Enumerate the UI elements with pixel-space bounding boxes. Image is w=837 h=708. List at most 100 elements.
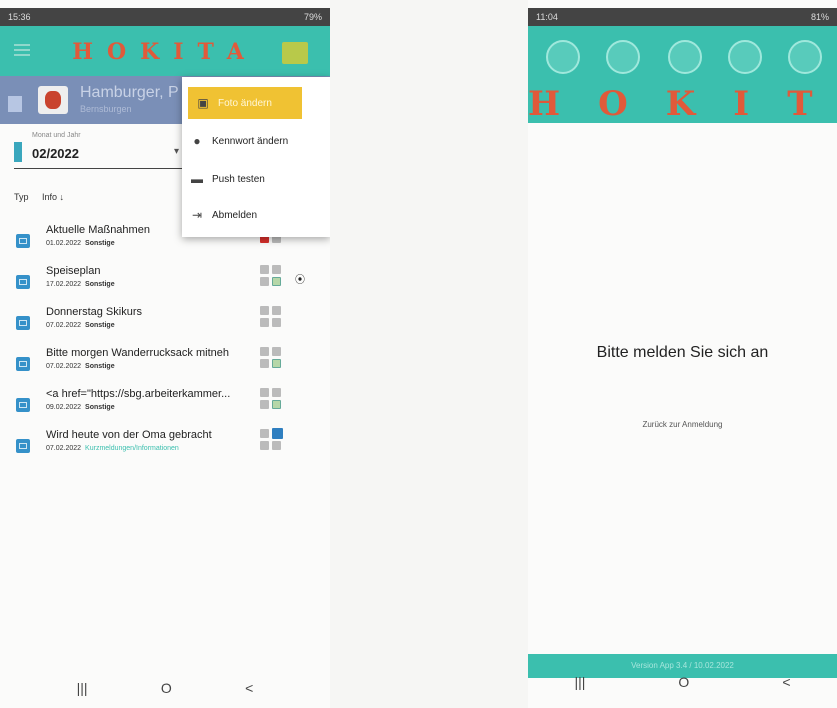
menu-item-abmelden[interactable]: ⇥ Abmelden bbox=[182, 199, 330, 231]
child-face-icon bbox=[546, 40, 580, 74]
message-date: 17.02.2022 bbox=[46, 281, 82, 288]
status-time: 11:04 bbox=[536, 12, 558, 22]
message-type-icon bbox=[16, 275, 30, 289]
status-square bbox=[272, 388, 281, 397]
read-check-icon bbox=[272, 277, 281, 286]
message-icon: ▬ bbox=[191, 172, 203, 186]
message-type-icon bbox=[16, 234, 30, 248]
read-check-icon bbox=[272, 359, 281, 368]
profile-flag-icon bbox=[8, 96, 22, 112]
message-title: Speiseplan bbox=[46, 265, 101, 277]
column-header-info[interactable]: Info ↓ bbox=[42, 192, 64, 202]
status-square bbox=[260, 429, 269, 438]
message-meta: 17.02.2022 Sonstige bbox=[46, 281, 115, 288]
message-date: 07.02.2022 bbox=[46, 445, 82, 452]
app-banner: HOKITA bbox=[0, 26, 330, 76]
message-list: Aktuelle Maßnahmen 01.02.2022 Sonstige Sp… bbox=[0, 222, 330, 468]
message-title: Bitte morgen Wanderrucksack mitneh bbox=[46, 347, 229, 359]
banner-logo-text: HOKITA bbox=[72, 39, 258, 65]
back-to-login-link[interactable]: Zurück zur Anmeldung bbox=[528, 420, 837, 429]
message-meta: 09.02.2022 Sonstige bbox=[46, 404, 115, 411]
menu-item-label: Foto ändern bbox=[218, 97, 272, 109]
list-item[interactable]: Wird heute von der Oma gebracht 07.02.20… bbox=[0, 427, 330, 468]
status-square bbox=[260, 388, 269, 397]
back-button[interactable]: < bbox=[782, 674, 790, 690]
home-button[interactable]: O bbox=[161, 680, 172, 696]
status-square bbox=[260, 318, 269, 327]
menu-item-foto-aendern[interactable]: ▣ Foto ändern bbox=[188, 87, 302, 119]
account-icon: ● bbox=[193, 134, 201, 148]
status-battery: 81% bbox=[810, 12, 829, 22]
status-square bbox=[260, 347, 269, 356]
list-item[interactable]: Bitte morgen Wanderrucksack mitneh 07.02… bbox=[0, 345, 330, 386]
message-category: Sonstige bbox=[85, 363, 115, 370]
list-item[interactable]: Donnerstag Skikurs 07.02.2022 Sonstige bbox=[0, 304, 330, 345]
child-avatar[interactable] bbox=[38, 86, 68, 114]
app-banner: HOKITA bbox=[528, 26, 837, 124]
banner-logo-text: HOKITA bbox=[528, 84, 837, 124]
status-bar: 11:04 81% bbox=[528, 8, 837, 26]
status-square bbox=[272, 318, 281, 327]
message-meta: 07.02.2022 Sonstige bbox=[46, 322, 115, 329]
message-date: 01.02.2022 bbox=[46, 240, 82, 247]
column-header-type[interactable]: Typ bbox=[14, 192, 29, 202]
message-title: Aktuelle Maßnahmen bbox=[46, 224, 150, 236]
menu-item-label: Abmelden bbox=[212, 209, 258, 221]
child-face-icon bbox=[668, 40, 702, 74]
right-phone-screen: 11:04 81% HOKITA Bitte melden Sie sich a… bbox=[528, 0, 837, 708]
child-face-icon bbox=[606, 40, 640, 74]
message-date: 09.02.2022 bbox=[46, 404, 82, 411]
left-phone-screen: 15:36 79% HOKITA Hamburger, P Bernsburge… bbox=[0, 0, 330, 708]
status-square bbox=[272, 306, 281, 315]
menu-item-label: Kennwort ändern bbox=[212, 135, 289, 147]
system-navbar: ||| O < bbox=[0, 668, 330, 708]
menu-item-push-testen[interactable]: ▬ Push testen bbox=[182, 163, 330, 195]
month-year-label: Monat und Jahr bbox=[32, 132, 81, 139]
message-type-icon bbox=[16, 316, 30, 330]
message-category: Kurzmeldungen/Informationen bbox=[85, 445, 179, 452]
profile-name: Hamburger, P bbox=[80, 84, 179, 101]
recents-button[interactable]: ||| bbox=[77, 680, 88, 696]
back-button[interactable]: < bbox=[245, 680, 253, 696]
message-meta: 01.02.2022 Sonstige bbox=[46, 240, 115, 247]
list-item[interactable]: <a href="https://sbg.arbeiterkammer... 0… bbox=[0, 386, 330, 427]
message-category: Sonstige bbox=[85, 281, 115, 288]
mail-icon bbox=[272, 428, 283, 439]
status-square bbox=[260, 400, 269, 409]
status-square bbox=[272, 441, 281, 450]
login-prompt: Bitte melden Sie sich an bbox=[596, 344, 769, 361]
status-square bbox=[260, 441, 269, 450]
system-navbar: ||| O < bbox=[528, 662, 837, 702]
status-bar: 15:36 79% bbox=[0, 8, 330, 26]
attachment-icon[interactable]: ⦿ bbox=[295, 271, 305, 286]
message-title: <a href="https://sbg.arbeiterkammer... bbox=[46, 388, 231, 400]
status-time: 15:36 bbox=[8, 12, 31, 22]
menu-toggle-button[interactable] bbox=[282, 42, 308, 64]
status-square bbox=[272, 265, 281, 274]
message-date: 07.02.2022 bbox=[46, 322, 82, 329]
message-category: Sonstige bbox=[85, 322, 115, 329]
child-face-icon bbox=[788, 40, 822, 74]
status-square bbox=[260, 265, 269, 274]
message-type-icon bbox=[16, 439, 30, 453]
hamburger-menu-icon[interactable] bbox=[14, 44, 30, 56]
status-square bbox=[260, 359, 269, 368]
month-year-field[interactable]: Monat und Jahr 02/2022 bbox=[14, 130, 194, 169]
message-category: Sonstige bbox=[85, 240, 115, 247]
message-type-icon bbox=[16, 357, 30, 371]
home-button[interactable]: O bbox=[678, 674, 689, 690]
month-year-value: 02/2022 bbox=[32, 146, 79, 161]
message-category: Sonstige bbox=[85, 404, 115, 411]
recents-button[interactable]: ||| bbox=[575, 674, 586, 690]
message-meta: 07.02.2022 Kurzmeldungen/Informationen bbox=[46, 445, 179, 452]
message-date: 07.02.2022 bbox=[46, 363, 82, 370]
message-title: Donnerstag Skikurs bbox=[46, 306, 142, 318]
logout-icon: ⇥ bbox=[191, 208, 203, 222]
profile-subtitle: Bernsburgen bbox=[80, 104, 132, 114]
status-square bbox=[260, 306, 269, 315]
menu-item-kennwort-aendern[interactable]: ● Kennwort ändern bbox=[182, 125, 330, 157]
list-item[interactable]: Speiseplan 17.02.2022 Sonstige ⦿ bbox=[0, 263, 330, 304]
read-check-icon bbox=[272, 400, 281, 409]
message-type-icon bbox=[16, 398, 30, 412]
calendar-icon[interactable]: ▾ bbox=[174, 146, 179, 157]
